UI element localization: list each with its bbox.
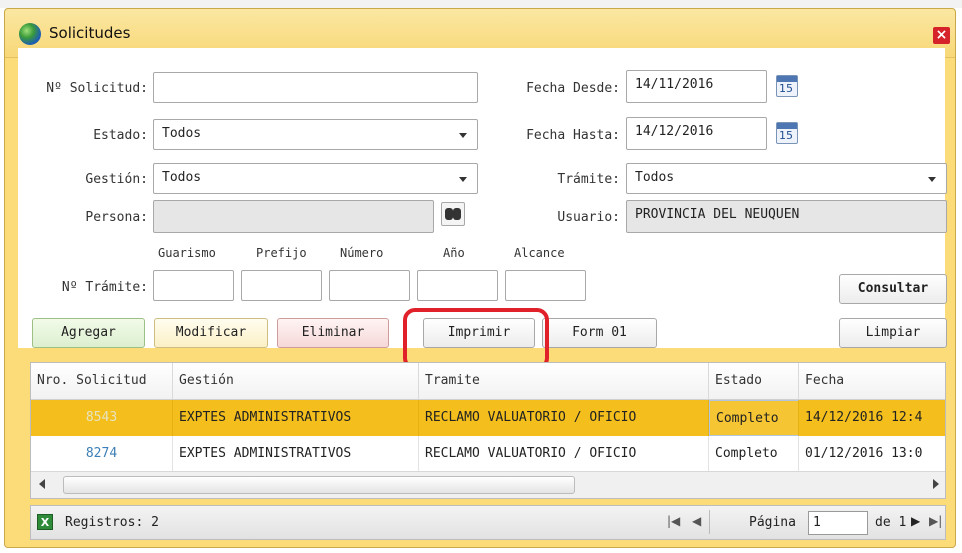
column-header-estado[interactable]: Estado: [709, 363, 799, 399]
calendar-icon[interactable]: 15: [776, 122, 798, 144]
anio-input[interactable]: [417, 270, 498, 301]
column-header-nro[interactable]: Nro. Solicitud: [31, 363, 173, 399]
column-header-gestion[interactable]: Gestión: [173, 363, 419, 399]
persona-label: Persona:: [85, 210, 148, 225]
table-row[interactable]: 8274 EXPTES ADMINISTRATIVOS RECLAMO VALU…: [31, 436, 945, 472]
usuario-input: PROVINCIA DEL NEUQUEN: [626, 200, 947, 233]
registros-count: Registros: 2: [65, 515, 159, 530]
prefijo-input[interactable]: [241, 270, 322, 301]
cell-estado: Completo: [709, 436, 799, 472]
estado-label: Estado:: [93, 128, 148, 143]
cell-fecha: 01/12/2016 13:0: [805, 446, 923, 461]
next-page-icon[interactable]: ▶: [911, 514, 920, 528]
agregar-button[interactable]: Agregar: [32, 318, 145, 348]
anio-label: Año: [443, 246, 465, 260]
estado-select-value: Todos: [162, 126, 202, 141]
horizontal-scrollbar[interactable]: [31, 471, 945, 498]
excel-icon[interactable]: X: [37, 514, 53, 530]
window-title: Solicitudes: [49, 24, 131, 42]
prev-page-icon[interactable]: ◀: [692, 514, 701, 528]
imprimir-highlight-annotation: [403, 308, 549, 370]
scroll-right-icon[interactable]: [933, 479, 939, 489]
pager-divider: [709, 510, 710, 534]
calendar-icon[interactable]: 15: [776, 75, 798, 97]
solicitudes-table: Nro. Solicitud Gestión Tramite Estado Fe…: [30, 362, 946, 499]
usuario-label: Usuario:: [557, 210, 620, 225]
gestion-select-value: Todos: [162, 170, 202, 185]
limpiar-button[interactable]: Limpiar: [839, 318, 947, 348]
cell-gestion: EXPTES ADMINISTRATIVOS: [173, 436, 419, 472]
column-header-fecha[interactable]: Fecha: [799, 363, 945, 399]
table-header: Nro. Solicitud Gestión Tramite Estado Fe…: [31, 363, 945, 400]
tramite-select-value: Todos: [635, 170, 675, 185]
fecha-hasta-label: Fecha Hasta:: [526, 128, 620, 143]
numero-input[interactable]: [329, 270, 410, 301]
numero-label: Número: [340, 246, 384, 260]
cell-tramite: RECLAMO VALUATORIO / OFICIO: [419, 400, 709, 436]
estado-select[interactable]: Todos: [153, 119, 478, 150]
cell-fecha: 14/12/2016 12:4: [805, 410, 923, 425]
form01-button[interactable]: Form 01: [542, 318, 657, 348]
last-page-icon[interactable]: ▶|: [929, 514, 942, 528]
fecha-desde-label: Fecha Desde:: [526, 81, 620, 96]
gestion-select[interactable]: Todos: [153, 163, 478, 194]
prefijo-label: Prefijo: [256, 246, 307, 260]
tramite-label: Trámite:: [557, 172, 620, 187]
guarismo-label: Guarismo: [158, 246, 216, 260]
total-pages: de 1: [875, 515, 907, 530]
persona-input[interactable]: [153, 200, 434, 233]
chevron-down-icon: [928, 177, 936, 182]
cell-estado[interactable]: Completo: [709, 400, 799, 436]
close-icon[interactable]: ×: [933, 27, 950, 44]
nro-solicitud-input[interactable]: [153, 72, 478, 103]
cell-nro[interactable]: 8274: [31, 436, 173, 472]
globe-icon: [19, 23, 41, 45]
top-strip: [0, 0, 962, 8]
modificar-button[interactable]: Modificar: [154, 318, 268, 348]
table-row[interactable]: 8543 EXPTES ADMINISTRATIVOS RECLAMO VALU…: [31, 400, 945, 436]
chevron-down-icon: [459, 177, 467, 182]
alcance-input[interactable]: [505, 270, 586, 301]
column-header-tramite[interactable]: Tramite: [419, 363, 709, 399]
eliminar-button[interactable]: Eliminar: [277, 318, 389, 348]
page-number-input[interactable]: 1: [808, 511, 868, 535]
chevron-down-icon: [459, 133, 467, 138]
cell-gestion: EXPTES ADMINISTRATIVOS: [173, 400, 419, 436]
guarismo-input[interactable]: [153, 270, 234, 301]
alcance-label: Alcance: [514, 246, 565, 260]
nro-solicitud-label: Nº Solicitud:: [46, 81, 148, 96]
first-page-icon[interactable]: |◀: [667, 514, 680, 528]
fecha-hasta-input[interactable]: 14/12/2016: [626, 117, 767, 150]
gestion-label: Gestión:: [85, 172, 148, 187]
scroll-left-icon[interactable]: [39, 479, 45, 489]
cell-nro[interactable]: 8543: [31, 400, 173, 436]
binoculars-icon[interactable]: [441, 202, 465, 226]
cell-tramite: RECLAMO VALUATORIO / OFICIO: [419, 436, 709, 472]
pagina-label: Página: [749, 515, 796, 530]
consultar-button[interactable]: Consultar: [839, 274, 947, 304]
table-footer: X Registros: 2 |◀ ◀ Página 1 de 1 ▶ ▶|: [30, 505, 946, 540]
scrollbar-thumb[interactable]: [63, 476, 575, 494]
tramite-select[interactable]: Todos: [626, 163, 947, 194]
fecha-desde-input[interactable]: 14/11/2016: [626, 70, 767, 103]
nro-tramite-label: Nº Trámite:: [61, 280, 148, 295]
